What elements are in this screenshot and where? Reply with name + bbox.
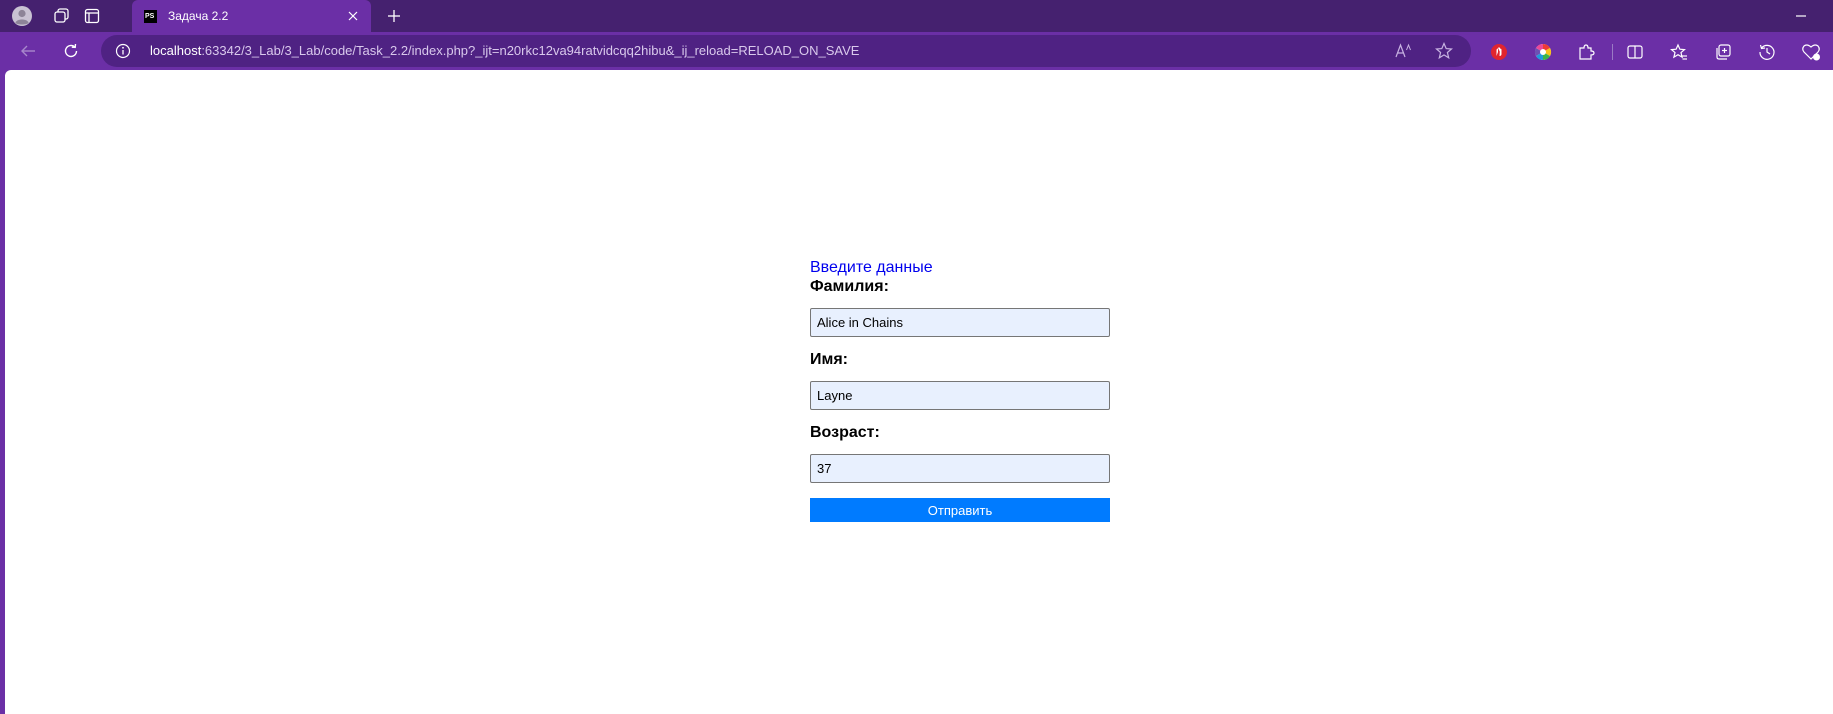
adblock-extension-button[interactable] [1488,41,1510,63]
tab-active[interactable]: PS Задача 2.2 [132,0,371,32]
workspaces-button[interactable] [46,3,78,29]
age-input[interactable] [810,454,1110,483]
lastname-label: Фамилия: [810,278,889,295]
url-host: localhost [150,43,202,58]
page-viewport: Введите данные Фамилия: Имя: Возраст: От… [5,70,1833,714]
back-button[interactable] [13,37,43,65]
profile-button[interactable] [6,3,38,29]
lastname-input[interactable] [810,308,1110,337]
tab-actions-icon [84,8,100,24]
browser-essentials-button[interactable] [1800,41,1822,63]
form-heading: Введите данные [810,259,933,276]
reload-button[interactable] [56,37,86,65]
adblock-icon [1491,44,1507,60]
back-arrow-icon [21,45,35,57]
reload-icon [64,43,78,58]
favorites-icon [1670,43,1687,60]
close-icon [348,11,358,21]
new-tab-button[interactable] [380,3,408,29]
workspaces-icon [54,8,69,23]
color-extension-button[interactable] [1532,41,1554,63]
minimize-button[interactable] [1787,3,1815,29]
data-form: Введите данные Фамилия: Имя: Возраст: От… [810,258,1110,522]
profile-icon [12,6,32,26]
collections-icon [1716,44,1731,60]
toolbar-divider [1612,44,1613,60]
url-path: :63342/3_Lab/3_Lab/code/Task_2.2/index.p… [201,43,860,58]
phpstorm-favicon-icon: PS [144,9,157,23]
address-bar[interactable]: localhost:63342/3_Lab/3_Lab/code/Task_2.… [101,35,1471,67]
star-icon [1435,42,1453,60]
collections-button[interactable] [1712,41,1734,63]
history-icon [1759,44,1775,60]
firstname-label: Имя: [810,351,848,368]
color-wheel-icon [1534,43,1552,61]
url-text[interactable]: localhost:63342/3_Lab/3_Lab/code/Task_2.… [150,43,859,58]
submit-button[interactable]: Отправить [810,498,1110,522]
age-label: Возраст: [810,424,880,441]
split-screen-button[interactable] [1624,41,1646,63]
read-aloud-icon [1395,43,1411,58]
firstname-input[interactable] [810,381,1110,410]
extensions-button[interactable] [1575,41,1597,63]
history-button[interactable] [1756,41,1778,63]
favorite-star-button[interactable] [1434,41,1454,61]
info-icon[interactable] [115,43,131,59]
read-aloud-button[interactable] [1394,41,1414,61]
plus-icon [388,10,400,22]
puzzle-icon [1579,44,1595,60]
browser-toolbar: localhost:63342/3_Lab/3_Lab/code/Task_2.… [0,32,1833,70]
split-screen-icon [1627,45,1643,59]
favorites-button[interactable] [1668,41,1690,63]
tab-title: Задача 2.2 [168,9,229,23]
tab-close-button[interactable] [343,6,363,26]
tab-actions-button[interactable] [76,3,108,29]
title-bar: PS Задача 2.2 [0,0,1833,32]
heart-pulse-icon [1802,44,1820,61]
browser-window: PS Задача 2.2 localhost:63342/3_Lab/3_La… [0,0,1833,714]
minimize-icon [1796,15,1806,17]
